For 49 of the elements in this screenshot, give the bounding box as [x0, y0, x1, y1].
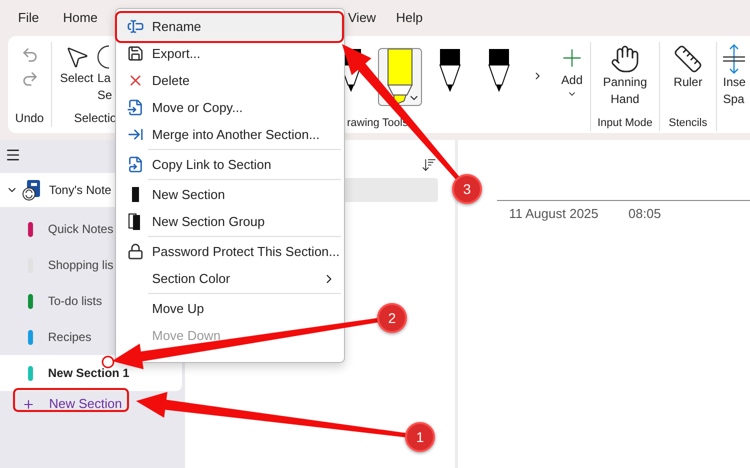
highlight-circle: [102, 356, 114, 368]
menu-item[interactable]: Password Protect This Section...: [118, 238, 342, 265]
notebook-title: Tony's Note: [49, 182, 112, 199]
highlighter-button[interactable]: [378, 48, 422, 106]
menu-item[interactable]: Delete: [118, 67, 342, 94]
ribbon-button[interactable]: Inse Spa: [723, 42, 746, 108]
ruler-icon: [673, 44, 703, 74]
rename-icon: [126, 18, 144, 35]
ribbon-button[interactable]: Ruler: [673, 42, 703, 91]
new-section-button[interactable]: New Section: [14, 393, 128, 415]
plus-icon: [22, 398, 35, 410]
ribbon-button[interactable]: Select: [60, 42, 94, 109]
notebook-icon: [22, 179, 42, 201]
ribbon-button[interactable]: La Se: [97, 42, 112, 109]
ribbon-button[interactable]: Panning Hand: [602, 42, 648, 108]
section-group-icon: [128, 213, 142, 230]
menu-tab[interactable]: Home: [62, 8, 98, 28]
menu-item[interactable]: Move Up: [118, 295, 342, 322]
pen-icon: [438, 49, 461, 93]
pen-icon: [488, 49, 510, 93]
menu-item[interactable]: Export...: [118, 40, 342, 67]
lock-icon: [126, 243, 144, 260]
menu-tab[interactable]: File: [18, 8, 39, 28]
menu-item[interactable]: Move or Copy...: [118, 94, 342, 121]
save-icon: [126, 45, 144, 62]
group-label: Input Mode: [597, 116, 653, 130]
file-link-icon: [126, 156, 144, 173]
page-date: 11 August 2025: [509, 205, 598, 223]
menu-icon[interactable]: [5, 147, 21, 163]
menu-item[interactable]: Rename: [118, 13, 342, 40]
lasso-icon: [97, 44, 110, 70]
undo-icon[interactable]: [20, 46, 38, 64]
menu-item[interactable]: New Section Group: [118, 208, 342, 235]
menu-item[interactable]: Merge into Another Section...: [118, 121, 342, 148]
arrow-to-line-icon: [126, 126, 144, 143]
add-button[interactable]: Add: [554, 42, 590, 99]
group-label: Selectio: [73, 110, 114, 127]
sort-icon[interactable]: [421, 157, 437, 173]
group-label: Stencils: [668, 116, 708, 130]
section-tab-icon: [130, 186, 140, 203]
page-time: 08:05: [628, 205, 661, 223]
menu-tab[interactable]: View: [348, 8, 376, 28]
group-label: Undo: [15, 110, 44, 127]
hand-icon: [610, 44, 640, 74]
redo-icon[interactable]: [20, 70, 38, 88]
insert-space-icon: [723, 44, 745, 74]
menu-tab[interactable]: Help: [396, 8, 423, 28]
menu-item[interactable]: Section Color: [118, 265, 342, 292]
file-input-icon: [126, 99, 144, 116]
